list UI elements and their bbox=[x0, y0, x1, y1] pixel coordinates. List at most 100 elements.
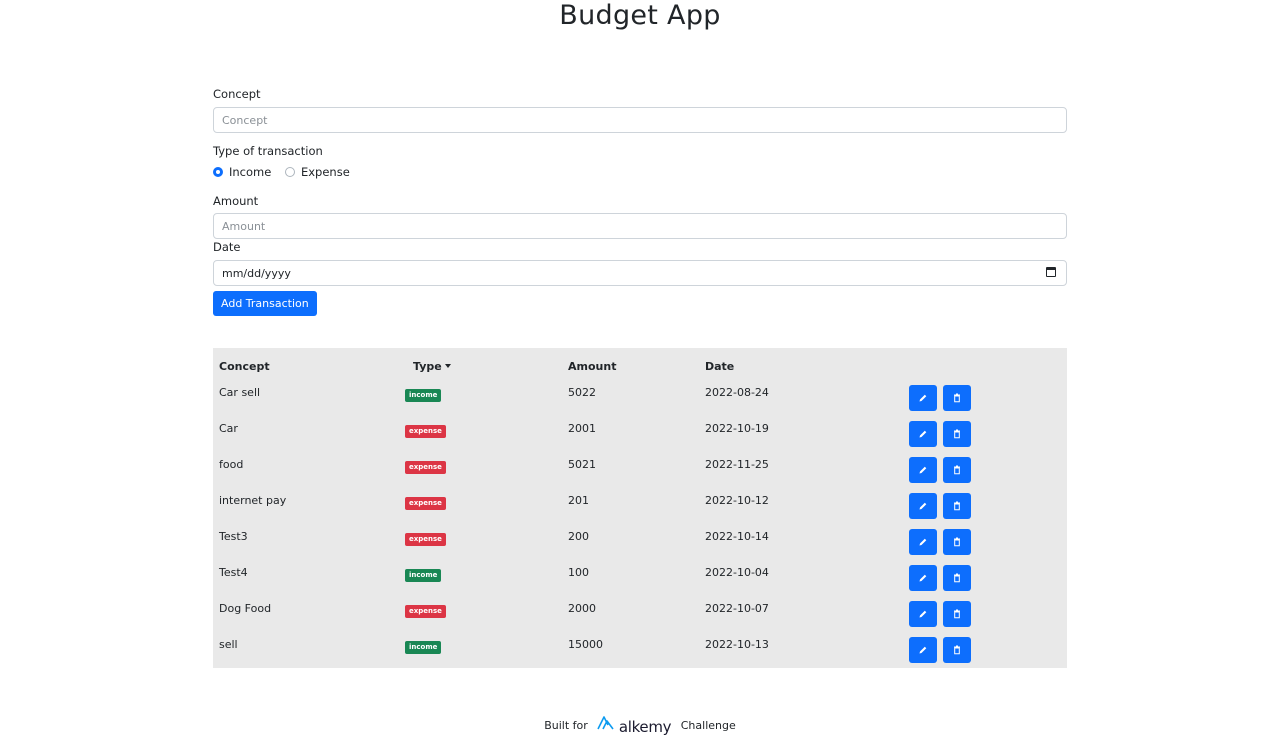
pencil-icon bbox=[919, 502, 927, 510]
trash-icon bbox=[954, 429, 960, 439]
amount-placeholder: Amount bbox=[222, 220, 266, 233]
concept-input[interactable]: Concept bbox=[213, 107, 1067, 133]
type-badge: expense bbox=[405, 497, 446, 510]
edit-button[interactable] bbox=[909, 529, 937, 555]
edit-button[interactable] bbox=[909, 493, 937, 519]
type-badge: expense bbox=[405, 461, 446, 474]
type-badge: income bbox=[405, 569, 442, 582]
delete-button[interactable] bbox=[943, 529, 971, 555]
type-radio-group: Income Expense bbox=[213, 165, 360, 179]
page-title: Budget App bbox=[559, 0, 721, 31]
page: Budget App Concept Concept Type of trans… bbox=[0, 0, 1280, 738]
header-amount: Amount bbox=[568, 360, 617, 373]
header-type-label: Type bbox=[413, 360, 442, 373]
row-date: 2022-10-19 bbox=[705, 422, 769, 435]
date-value: mm/dd/yyyy bbox=[222, 267, 291, 280]
row-concept: Dog Food bbox=[219, 602, 272, 615]
header-concept: Concept bbox=[219, 360, 270, 373]
row-date: 2022-10-12 bbox=[705, 494, 769, 507]
delete-button[interactable] bbox=[943, 421, 971, 447]
type-badge: expense bbox=[405, 605, 446, 618]
row-date: 2022-10-04 bbox=[705, 566, 769, 579]
row-concept: Test4 bbox=[219, 566, 248, 579]
table-row: Car sell income 5022 2022-08-24 bbox=[213, 384, 1067, 420]
concept-label: Concept bbox=[213, 87, 261, 101]
delete-button[interactable] bbox=[943, 385, 971, 411]
row-amount: 100 bbox=[568, 566, 589, 579]
row-amount: 201 bbox=[568, 494, 589, 507]
row-concept: sell bbox=[219, 638, 238, 651]
income-radio-label: Income bbox=[229, 165, 272, 179]
type-badge: expense bbox=[405, 425, 446, 438]
concept-placeholder: Concept bbox=[222, 114, 268, 127]
type-badge: income bbox=[405, 389, 442, 402]
pencil-icon bbox=[919, 574, 927, 582]
pencil-icon bbox=[919, 646, 927, 654]
date-input[interactable]: mm/dd/yyyy bbox=[213, 260, 1067, 286]
edit-button[interactable] bbox=[909, 421, 937, 447]
row-amount: 5021 bbox=[568, 458, 596, 471]
delete-button[interactable] bbox=[943, 493, 971, 519]
pencil-icon bbox=[919, 466, 927, 474]
expense-radio-label: Expense bbox=[300, 165, 350, 179]
header-date: Date bbox=[705, 360, 735, 373]
pencil-icon bbox=[919, 430, 927, 438]
income-radio[interactable]: Income bbox=[213, 165, 271, 179]
date-label: Date bbox=[213, 240, 241, 254]
footer: Built for alkemy Challenge bbox=[0, 716, 1280, 736]
edit-button[interactable] bbox=[909, 637, 937, 663]
edit-button[interactable] bbox=[909, 601, 937, 627]
row-amount: 2001 bbox=[568, 422, 596, 435]
edit-button[interactable] bbox=[909, 385, 937, 411]
table-row: Test3 expense 200 2022-10-14 bbox=[213, 528, 1067, 564]
delete-button[interactable] bbox=[943, 565, 971, 591]
trash-icon bbox=[954, 573, 960, 583]
row-date: 2022-10-13 bbox=[705, 638, 769, 651]
row-amount: 15000 bbox=[568, 638, 603, 651]
trash-icon bbox=[954, 393, 960, 403]
row-amount: 5022 bbox=[568, 386, 596, 399]
table-row: Car expense 2001 2022-10-19 bbox=[213, 420, 1067, 456]
calendar-icon[interactable] bbox=[1046, 267, 1056, 277]
row-concept: internet pay bbox=[219, 494, 287, 507]
table-row: internet pay expense 201 2022-10-12 bbox=[213, 492, 1067, 528]
row-date: 2022-10-14 bbox=[705, 530, 769, 543]
table-row: Dog Food expense 2000 2022-10-07 bbox=[213, 600, 1067, 636]
pencil-icon bbox=[919, 610, 927, 618]
caret-down-icon bbox=[444, 363, 451, 368]
row-amount: 2000 bbox=[568, 602, 596, 615]
delete-button[interactable] bbox=[943, 601, 971, 627]
table-row: Test4 income 100 2022-10-04 bbox=[213, 564, 1067, 600]
add-transaction-button[interactable]: Add Transaction bbox=[213, 291, 317, 316]
trash-icon bbox=[954, 645, 960, 655]
delete-button[interactable] bbox=[943, 637, 971, 663]
type-badge: income bbox=[405, 641, 442, 654]
row-concept: food bbox=[219, 458, 244, 471]
alkemy-logo-text: alkemy bbox=[618, 718, 672, 736]
expense-radio-dot[interactable] bbox=[284, 167, 295, 177]
trash-icon bbox=[954, 465, 960, 475]
edit-button[interactable] bbox=[909, 565, 937, 591]
header-type[interactable]: Type bbox=[413, 360, 451, 373]
footer-prefix: Built for bbox=[544, 719, 588, 732]
row-amount: 200 bbox=[568, 530, 589, 543]
expense-radio[interactable]: Expense bbox=[284, 165, 350, 179]
row-concept: Car sell bbox=[219, 386, 261, 399]
delete-button[interactable] bbox=[943, 457, 971, 483]
type-badge: expense bbox=[405, 533, 446, 546]
pencil-icon bbox=[919, 538, 927, 546]
alkemy-logo: alkemy bbox=[597, 716, 672, 736]
pencil-icon bbox=[919, 394, 927, 402]
edit-button[interactable] bbox=[909, 457, 937, 483]
amount-label: Amount bbox=[213, 194, 259, 208]
row-date: 2022-10-07 bbox=[705, 602, 769, 615]
table-row: food expense 5021 2022-11-25 bbox=[213, 456, 1067, 492]
income-radio-dot[interactable] bbox=[213, 167, 223, 177]
trash-icon bbox=[954, 501, 960, 511]
trash-icon bbox=[954, 537, 960, 547]
amount-input[interactable]: Amount bbox=[213, 213, 1067, 239]
alkemy-logo-icon bbox=[597, 716, 614, 730]
row-date: 2022-11-25 bbox=[705, 458, 769, 471]
footer-suffix: Challenge bbox=[680, 719, 736, 732]
row-date: 2022-08-24 bbox=[705, 386, 769, 399]
